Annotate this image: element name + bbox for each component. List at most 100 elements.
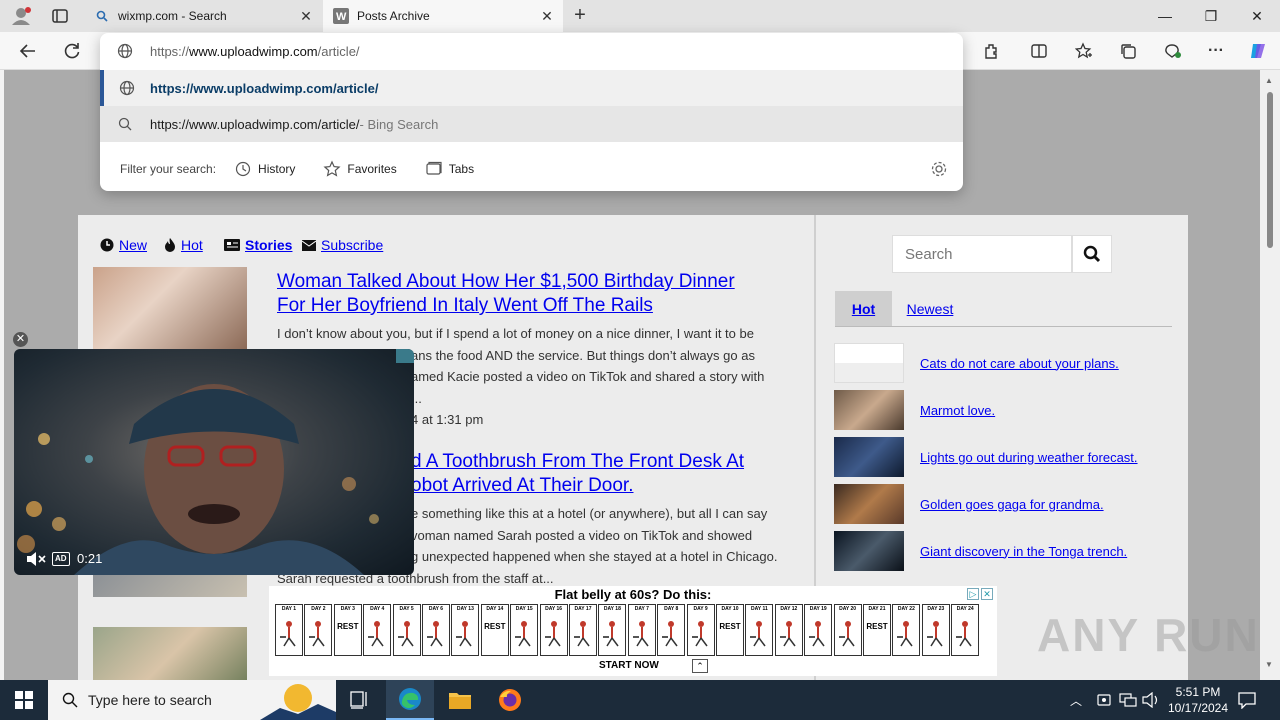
nav-stories-link[interactable]: Stories [245,237,292,253]
svg-text:W: W [336,11,347,23]
edge-taskbar-button[interactable] [386,680,434,720]
ad-day-label: DAY 14 [486,606,504,612]
exercise-figure-icon [574,621,590,647]
ad-day-label: DAY 3 [340,606,355,612]
ad-banner[interactable]: Flat belly at 60s? Do this: ▷ ✕ DAY 1 DAY… [269,586,997,676]
collections-icon[interactable] [1114,37,1142,65]
search-icon [62,692,78,708]
search-icon [100,117,150,131]
ad-day-cell: DAY 18 [598,604,627,656]
sidebar-item[interactable]: Golden goes gaga for grandma. [834,484,1104,524]
new-tab-button[interactable]: + [570,5,590,26]
sidebar-item[interactable]: Lights go out during weather forecast. [834,437,1138,477]
gear-icon[interactable] [930,160,948,181]
nav-new-link[interactable]: New [119,237,147,253]
nav-hot-link[interactable]: Hot [181,237,203,253]
scrollbar-thumb[interactable] [1267,92,1273,248]
browser-essentials-icon[interactable] [1158,37,1186,65]
profile-icon[interactable] [10,6,32,26]
network-icon[interactable] [1119,692,1137,713]
close-window-button[interactable]: ✕ [1234,0,1280,32]
volume-icon[interactable] [1142,691,1160,713]
firefox-button[interactable] [486,680,534,720]
video-player[interactable]: AD 0:21 [14,349,414,575]
nav-subscribe[interactable]: Subscribe [302,237,383,253]
minimize-button[interactable]: — [1142,0,1188,32]
ad-day-cell: DAY 4 [363,604,392,656]
nav-subscribe-link[interactable]: Subscribe [321,237,383,253]
ad-day-cell: DAY 19 [804,604,833,656]
tab-search[interactable]: wixmp.com - Search ✕ [84,0,322,32]
adchoices-icon[interactable]: ▷ [967,588,979,600]
article-date: 4 at 1:31 pm [411,412,484,427]
task-view-button[interactable] [336,680,384,720]
copilot-icon[interactable] [1244,37,1272,65]
search-suggestion-text: https://www.uploadwimp.com/article/ [150,116,360,132]
sidebar-item[interactable]: Cats do not care about your plans. [834,343,1119,383]
ad-day-cell: DAY 16 [539,604,568,656]
meet-now-icon[interactable] [1096,692,1112,713]
exercise-figure-icon [956,621,972,647]
close-tab-icon[interactable]: ✕ [298,8,314,24]
mute-icon[interactable] [26,551,46,572]
scrollbar[interactable]: ▲ ▼ [1260,70,1280,680]
show-hidden-icons-icon[interactable]: ︿ [1070,692,1082,709]
favorites-icon[interactable] [1070,37,1098,65]
refresh-button[interactable] [58,37,86,65]
chevron-up-icon[interactable]: ⌃ [692,659,708,673]
task-view-icon [350,691,367,709]
close-video-icon[interactable]: ✕ [13,332,28,347]
sidebar-link[interactable]: Cats do not care about your plans. [920,356,1119,371]
nav-stories[interactable]: Stories [224,237,292,253]
suggestion-search[interactable]: https://www.uploadwimp.com/article/ - Bi… [100,106,963,142]
extensions-icon[interactable] [977,37,1005,65]
ad-cta[interactable]: START NOW [599,660,659,671]
search-button[interactable] [1072,235,1112,273]
sidebar-item[interactable]: Giant discovery in the Tonga trench. [834,531,1127,571]
scroll-down-arrow-icon[interactable]: ▼ [1265,660,1273,669]
filter-favorites[interactable]: Favorites [323,160,397,178]
edge-icon [399,688,421,710]
video-expand-icon[interactable] [396,349,414,363]
article-title[interactable]: Woman Talked About How Her $1,500 Birthd… [277,270,797,318]
close-ad-icon[interactable]: ✕ [981,588,993,600]
scroll-up-arrow-icon[interactable]: ▲ [1265,76,1273,85]
sidebar-link[interactable]: Giant discovery in the Tonga trench. [920,544,1127,559]
exercise-figure-icon [515,621,531,647]
clock[interactable]: 5:51 PM 10/17/2024 [1166,684,1230,716]
article-thumbnail[interactable] [93,267,247,349]
filter-tabs[interactable]: Tabs [425,160,474,178]
back-button[interactable] [14,37,42,65]
start-button[interactable] [0,680,48,720]
suggestion-url[interactable]: https://www.uploadwimp.com/article/ [100,70,963,106]
file-explorer-button[interactable] [436,680,484,720]
clock-time: 5:51 PM [1175,685,1221,699]
tab-posts-archive[interactable]: W Posts Archive ✕ [323,0,563,32]
nav-hot[interactable]: Hot [164,237,203,253]
tab-newest[interactable]: Newest [900,291,960,327]
close-tab-icon[interactable]: ✕ [539,8,555,24]
nav-new[interactable]: New [100,237,147,253]
filter-history[interactable]: History [234,160,295,178]
sidebar-link[interactable]: Lights go out during weather forecast. [920,450,1138,465]
exercise-figure-icon [280,621,296,647]
sidebar-item[interactable]: Marmot love. [834,390,995,430]
exercise-figure-icon [603,621,619,647]
exercise-figure-icon [750,621,766,647]
search-input[interactable]: Search [892,235,1072,273]
settings-more-icon[interactable]: ··· [1202,37,1230,65]
ad-rest-label: REST [719,622,741,631]
sidebar-link[interactable]: Marmot love. [920,403,995,418]
sidebar-link[interactable]: Golden goes gaga for grandma. [920,497,1104,512]
ad-day-cell: DAY 12 [774,604,803,656]
tab-hot[interactable]: Hot [835,291,892,327]
split-screen-icon[interactable] [1025,37,1053,65]
notifications-icon[interactable] [1238,691,1256,714]
article-thumbnail[interactable] [93,627,247,680]
taskbar-search-box[interactable]: Type here to search [48,680,336,720]
maximize-button[interactable]: ❐ [1188,0,1234,32]
tab-actions-icon[interactable] [50,6,70,26]
ad-badge: AD [52,552,70,566]
taskbar: Type here to search ︿ 5:51 PM 10/17/2024 [0,680,1280,720]
address-bar[interactable]: https://www.uploadwimp.com/article/ [100,33,963,69]
